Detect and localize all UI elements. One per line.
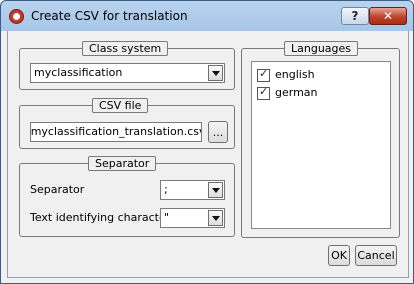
separator-dropdown[interactable]: ; [160,180,225,200]
text-char-label: Text identifying character [30,211,171,224]
csv-file-path-field[interactable]: \myclassification_translation.csv [30,122,202,142]
cancel-button[interactable]: Cancel [355,245,397,266]
language-label: english [275,68,315,81]
csv-file-group: CSV file \myclassification_translation.c… [19,98,235,149]
separator-label: Separator [30,183,85,196]
languages-list: english german [251,61,391,229]
dialog-body: Class system myclassification CSV file \… [7,31,409,278]
separator-value: ; [164,183,168,196]
chevron-down-icon[interactable] [208,182,223,198]
english-checkbox[interactable] [257,67,270,82]
class-system-dropdown[interactable]: myclassification [30,63,225,83]
chevron-down-icon[interactable] [208,65,223,81]
csv-file-path-value: \myclassification_translation.csv [30,125,202,138]
language-item-english[interactable]: english [252,67,382,83]
ok-button[interactable]: OK [328,245,350,266]
language-item-german[interactable]: german [252,85,382,101]
dialog-window: Create CSV for translation ? ✕ Class sys… [0,0,414,284]
languages-legend: Languages [284,41,359,56]
window-title: Create CSV for translation [31,9,188,23]
german-checkbox[interactable] [257,85,270,100]
class-system-group: Class system myclassification [19,41,235,90]
chevron-down-icon[interactable] [208,210,223,226]
close-button[interactable]: ✕ [369,7,407,25]
csv-file-legend: CSV file [92,98,149,113]
app-icon [9,9,24,24]
title-bar[interactable]: Create CSV for translation ? ✕ [1,1,413,31]
text-char-dropdown[interactable]: " [160,208,225,228]
help-button[interactable]: ? [341,7,369,25]
text-char-value: " [164,211,170,224]
browse-button[interactable]: ... [208,121,228,143]
language-label: german [275,86,318,99]
class-system-legend: Class system [82,41,169,56]
languages-group: Languages english german [241,41,400,238]
class-system-value: myclassification [34,66,123,79]
separator-group: Separator Separator ; Text identifying c… [19,156,235,237]
separator-legend: Separator [88,156,157,171]
